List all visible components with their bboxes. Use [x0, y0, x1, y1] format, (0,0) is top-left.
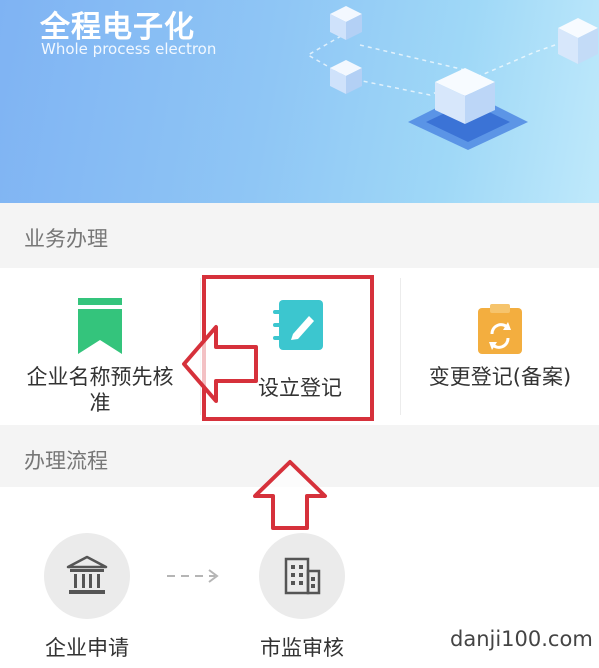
cube-1 — [330, 6, 362, 40]
dashed-arrow-icon — [167, 569, 219, 583]
business-section-title: 业务办理 — [24, 227, 108, 251]
business-grid: 企业名称预先核准 设立登记 变更登记(备案) — [0, 268, 599, 425]
flow-step-circle — [259, 533, 345, 619]
business-section-header: 业务办理 — [0, 203, 599, 268]
change-registration-label: 变更登记(备案) — [428, 365, 572, 389]
bookmark-icon — [78, 298, 122, 354]
name-preapproval-label: 企业名称预先核准 — [26, 365, 174, 415]
change-registration-button[interactable]: 变更登记(备案) — [400, 268, 599, 425]
flow-step-apply: 企业申请 — [17, 487, 157, 668]
isometric-cubes-illustration — [306, 6, 598, 150]
name-preapproval-button[interactable]: 企业名称预先核准 — [0, 268, 200, 425]
flow-step-circle — [44, 533, 130, 619]
refresh-clipboard-icon — [478, 304, 522, 354]
flow-step-label: 市监审核 — [260, 636, 344, 660]
flow-step-label: 企业申请 — [45, 636, 129, 660]
edit-notebook-icon — [273, 300, 323, 350]
watermark: danji100.com — [450, 627, 593, 651]
building-icon — [284, 557, 321, 595]
bank-icon — [66, 555, 108, 594]
hero-banner: 全程电子化 Whole process electron — [0, 0, 599, 203]
establish-registration-button[interactable]: 设立登记 — [200, 268, 400, 425]
process-section-header: 办理流程 — [0, 425, 599, 487]
process-section-title: 办理流程 — [24, 449, 108, 473]
banner-subtitle: Whole process electron — [41, 40, 217, 58]
establish-registration-label: 设立登记 — [258, 376, 342, 400]
flow-step-review: 市监审核 — [232, 487, 372, 668]
